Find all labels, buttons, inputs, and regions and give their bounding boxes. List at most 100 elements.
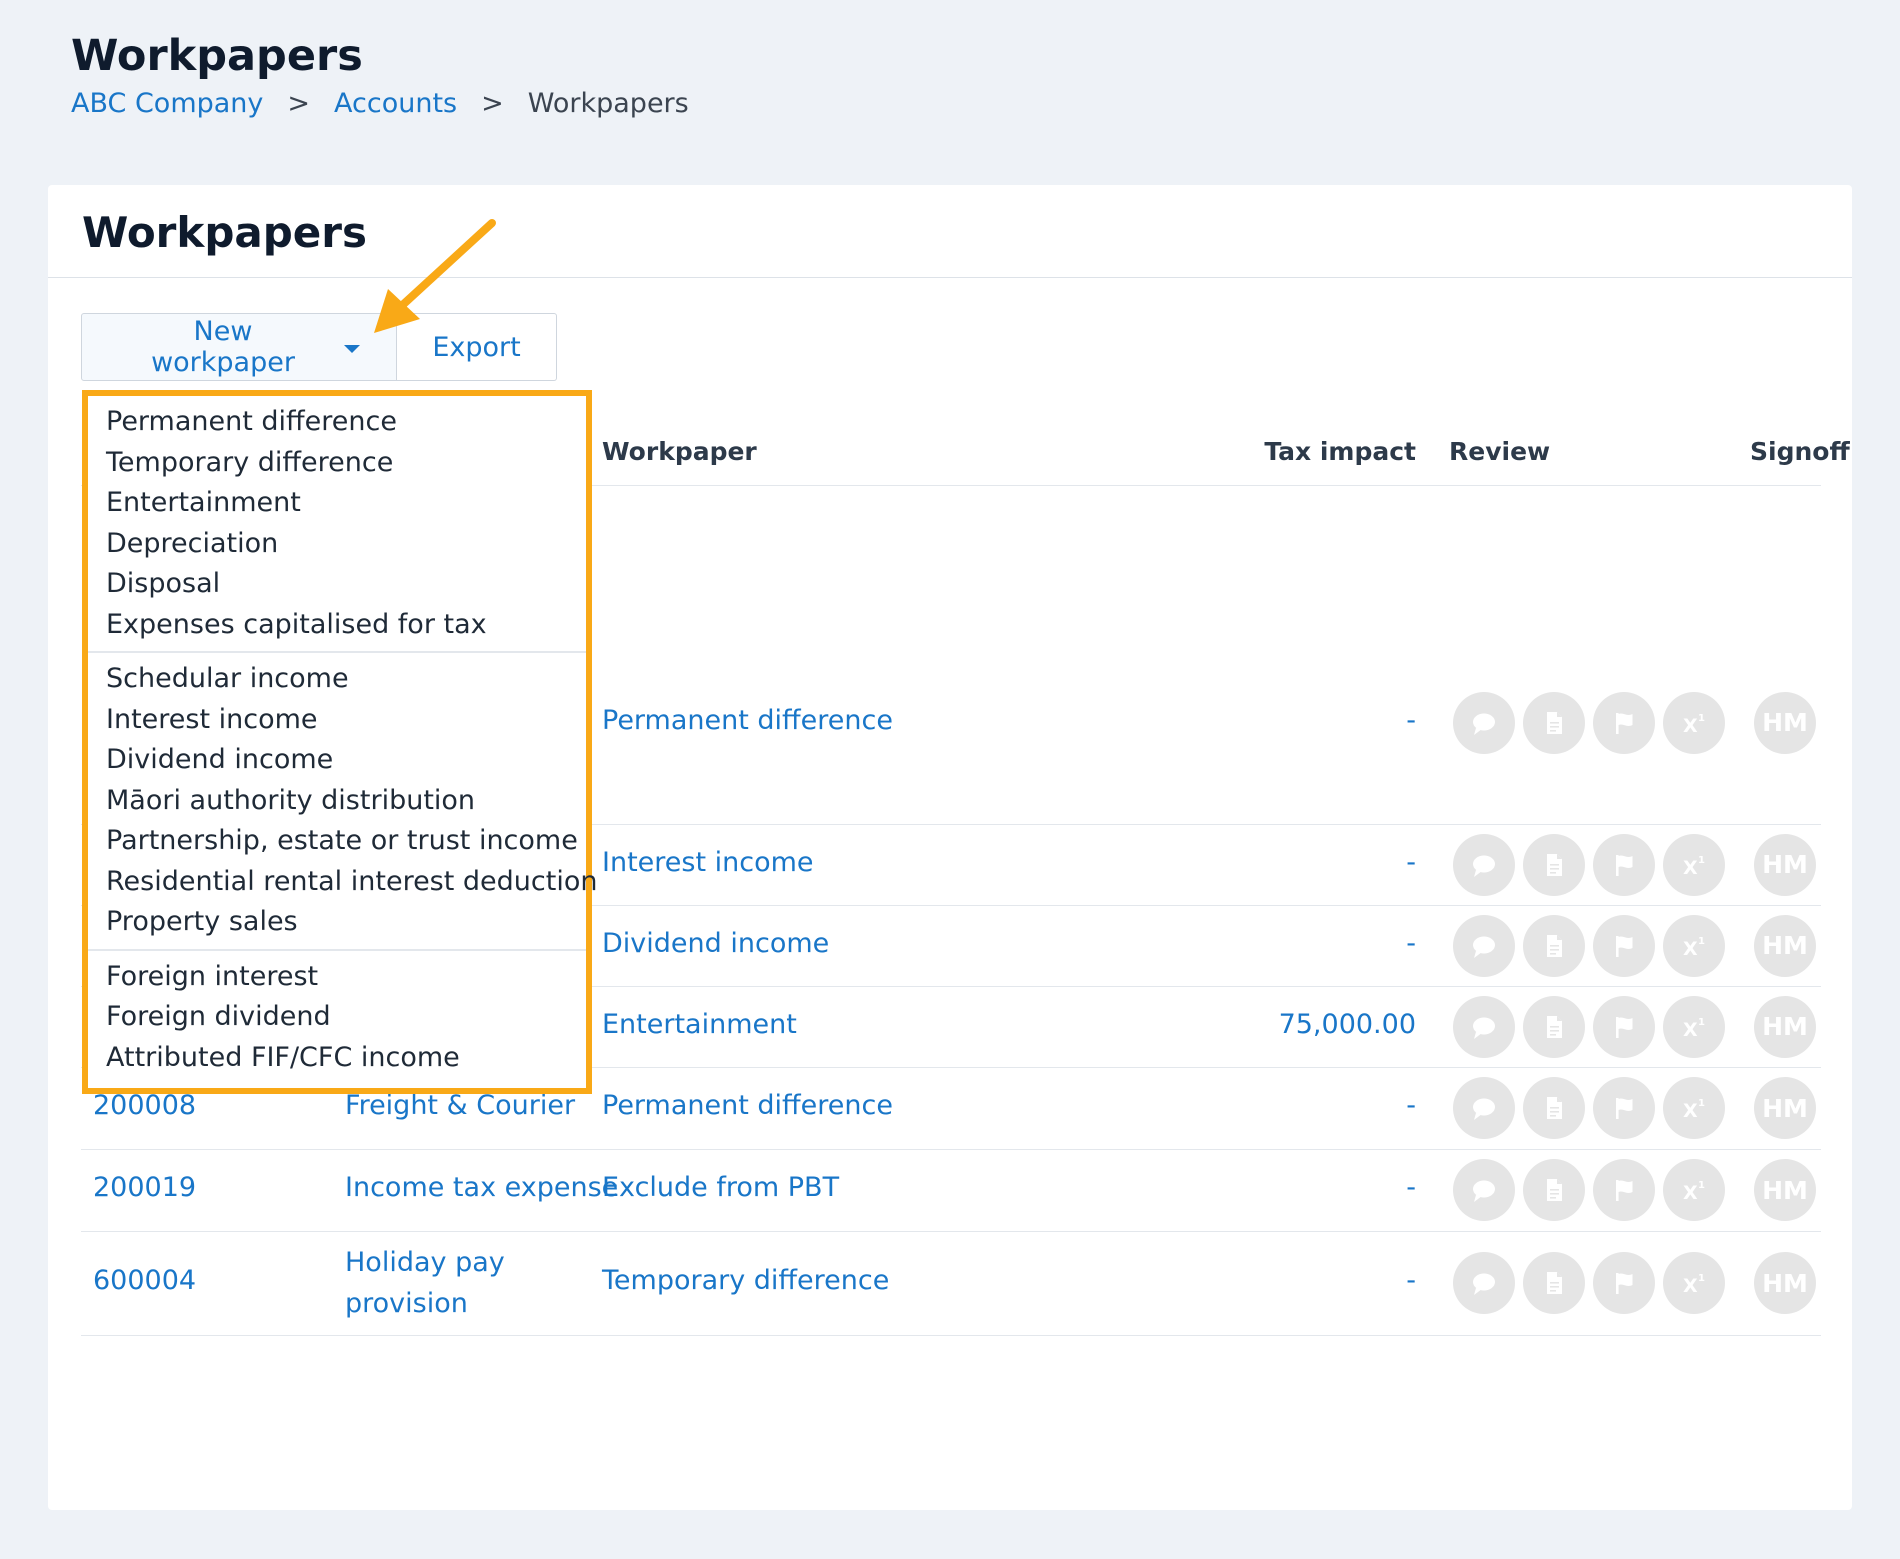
review-icons: X1 [1453,833,1725,896]
superscript-icon[interactable]: X1 [1663,1252,1725,1314]
svg-text:1: 1 [1698,1273,1705,1284]
dropdown-item[interactable]: Dividend income [88,740,586,781]
workpaper-link[interactable]: Temporary difference [602,1265,889,1296]
review-icons: X1 [1453,1159,1725,1221]
dropdown-item[interactable]: Temporary difference [88,443,586,484]
comment-icon[interactable] [1453,691,1515,754]
header-workpaper[interactable]: Workpaper [602,437,757,466]
workpaper-link[interactable]: Exclude from PBT [602,1172,839,1203]
dropdown-item[interactable]: Foreign interest [88,957,586,998]
new-workpaper-button[interactable]: New workpaper [81,313,397,381]
signoff-avatar[interactable]: HM [1754,1159,1816,1221]
svg-text:X: X [1683,1275,1698,1297]
tax-impact-value: - [1406,846,1416,878]
dropdown-item[interactable]: Attributed FIF/CFC income [88,1038,586,1079]
document-icon[interactable] [1523,1252,1585,1314]
flag-icon[interactable] [1593,691,1655,754]
breadcrumb-accounts-link[interactable]: Accounts [334,88,457,119]
superscript-icon[interactable]: X1 [1663,1159,1725,1221]
svg-text:X: X [1683,1100,1698,1122]
workpaper-link[interactable]: Permanent difference [602,705,893,736]
document-icon[interactable] [1523,1077,1585,1139]
account-code-link[interactable]: 200019 [93,1172,196,1203]
tax-impact-value: - [1406,927,1416,959]
flag-icon[interactable] [1593,1252,1655,1314]
breadcrumb-current: Workpapers [527,88,689,119]
dropdown-group: Permanent difference Temporary difference… [88,396,586,651]
breadcrumb-company-link[interactable]: ABC Company [71,88,263,119]
flag-icon[interactable] [1593,914,1655,977]
account-name-link[interactable]: Freight & Courier [345,1090,575,1121]
flag-icon[interactable] [1593,1077,1655,1139]
signoff-avatar[interactable]: HM [1754,691,1816,754]
superscript-icon[interactable]: X1 [1663,914,1725,977]
signoff-avatar[interactable]: HM [1754,995,1816,1058]
dropdown-item[interactable]: Māori authority distribution [88,781,586,822]
header-tax-impact[interactable]: Tax impact [1216,437,1416,466]
superscript-icon[interactable]: X1 [1663,691,1725,754]
header-signoff: Signoff [1750,437,1850,466]
svg-text:1: 1 [1698,1017,1705,1028]
dropdown-item[interactable]: Property sales [88,902,586,943]
page-header: Workpapers [71,30,363,82]
workpaper-link[interactable]: Permanent difference [602,1090,893,1121]
workpaper-link[interactable]: Entertainment [602,1009,797,1040]
dropdown-item[interactable]: Foreign dividend [88,997,586,1038]
header-review: Review [1449,437,1551,466]
workpaper-link[interactable]: Dividend income [602,928,829,959]
dropdown-item[interactable]: Depreciation [88,524,586,565]
dropdown-item[interactable]: Permanent difference [88,402,586,443]
account-code-link[interactable]: 600004 [93,1265,196,1296]
review-icons: X1 [1453,691,1725,754]
review-icons: X1 [1453,1252,1725,1314]
caret-down-icon [344,345,360,353]
document-icon[interactable] [1523,995,1585,1058]
table-row: 200019 Income tax expense Exclude from PBT… [81,1149,1821,1232]
comment-icon[interactable] [1453,1159,1515,1221]
document-icon[interactable] [1523,914,1585,977]
tax-impact-value: - [1406,1172,1416,1203]
document-icon[interactable] [1523,833,1585,896]
document-icon[interactable] [1523,1159,1585,1221]
breadcrumb-separator: > [287,88,311,119]
account-code-link[interactable]: 200008 [93,1090,196,1121]
document-icon[interactable] [1523,691,1585,754]
signoff-avatar[interactable]: HM [1754,914,1816,977]
signoff-avatar[interactable]: HM [1754,1252,1816,1314]
dropdown-item[interactable]: Expenses capitalised for tax [88,605,586,646]
workpaper-link[interactable]: Interest income [602,847,814,878]
dropdown-item[interactable]: Disposal [88,564,586,605]
card-divider [48,277,1852,278]
dropdown-item[interactable]: Interest income [88,700,586,741]
comment-icon[interactable] [1453,1077,1515,1139]
comment-icon[interactable] [1453,1252,1515,1314]
account-name-link[interactable]: Income tax expense [345,1172,618,1203]
comment-icon[interactable] [1453,995,1515,1058]
svg-text:X: X [1683,1182,1698,1204]
dropdown-item[interactable]: Schedular income [88,659,586,700]
table-row: 600004 Holiday pay provision Temporary dif… [81,1231,1821,1336]
dropdown-group: Schedular income Interest income Dividend … [88,651,597,949]
svg-text:X: X [1683,938,1698,960]
new-workpaper-dropdown: Permanent difference Temporary difference… [82,390,597,1094]
signoff-avatar[interactable]: HM [1754,833,1816,896]
dropdown-group: Foreign interest Foreign dividend Attribut… [88,948,586,1085]
comment-icon[interactable] [1453,833,1515,896]
account-name-link[interactable]: Holiday pay provision [345,1242,615,1324]
flag-icon[interactable] [1593,1159,1655,1221]
page-title: Workpapers [71,31,363,81]
superscript-icon[interactable]: X1 [1663,833,1725,896]
superscript-icon[interactable]: X1 [1663,1077,1725,1139]
dropdown-item[interactable]: Partnership, estate or trust income [88,821,586,862]
signoff-avatar[interactable]: HM [1754,1077,1816,1139]
comment-icon[interactable] [1453,914,1515,977]
superscript-icon[interactable]: X1 [1663,995,1725,1058]
dropdown-item[interactable]: Entertainment [88,483,586,524]
dropdown-item[interactable]: Residential rental interest deduction [88,862,597,903]
svg-text:1: 1 [1698,936,1705,947]
flag-icon[interactable] [1593,833,1655,896]
card-title: Workpapers [82,208,367,257]
tax-impact-value: - [1406,1265,1416,1296]
breadcrumb-separator: > [481,88,504,119]
flag-icon[interactable] [1593,995,1655,1058]
